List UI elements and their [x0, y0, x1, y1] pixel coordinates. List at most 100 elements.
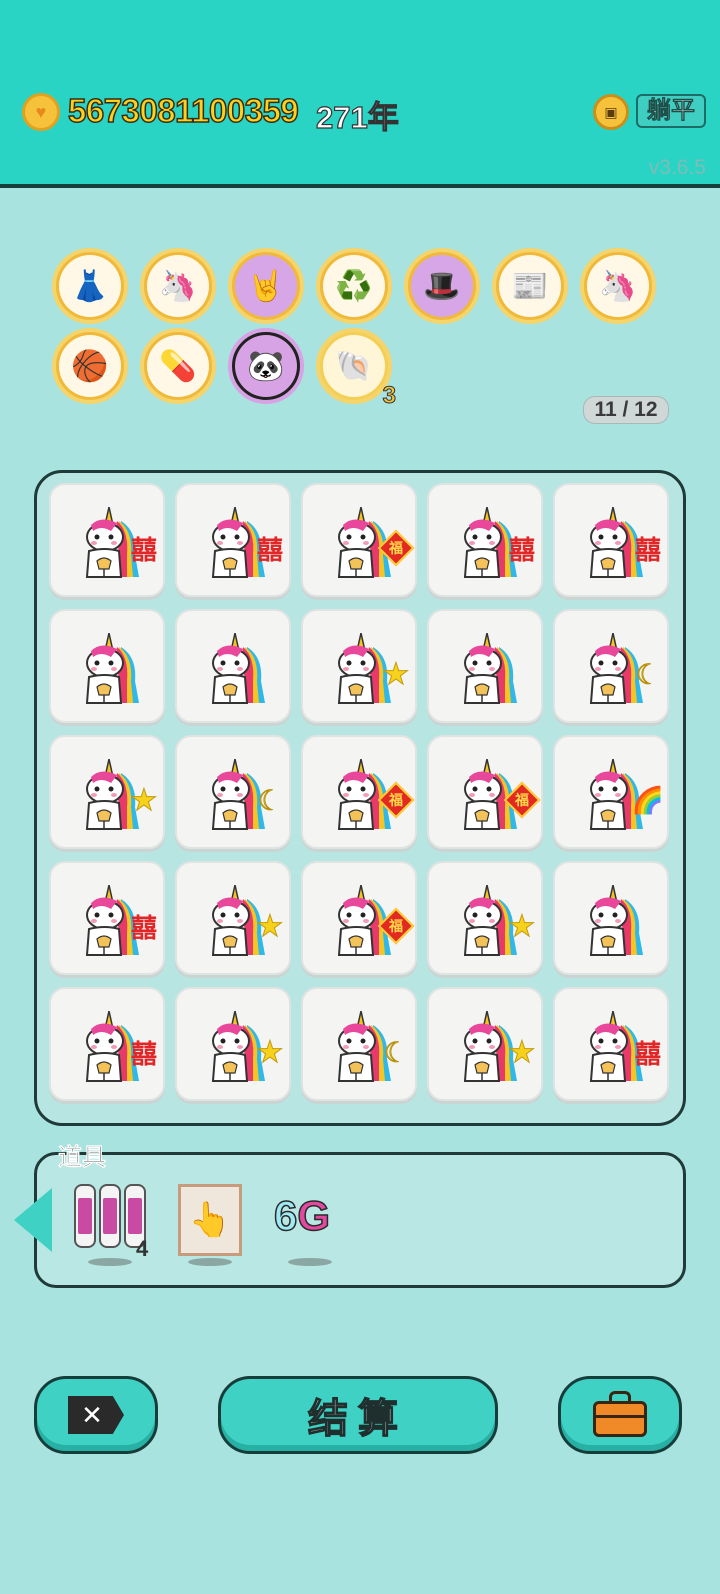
skirt-icon: 👗	[59, 255, 121, 317]
briefcase-icon	[593, 1391, 647, 1437]
shell-badge[interactable]: 🐚 3	[316, 328, 397, 410]
unicorn-icon	[463, 633, 517, 704]
xi-ornament-icon: 囍	[130, 1039, 157, 1070]
panda-badge[interactable]: 🐼	[228, 328, 304, 404]
hand-pointer-item[interactable]: 👆	[178, 1184, 242, 1256]
star-ornament-icon: ★	[256, 1035, 284, 1069]
6g-item[interactable]: 6G	[273, 1191, 331, 1240]
board-cell[interactable]: 囍	[175, 483, 291, 597]
close-icon: ✕	[68, 1396, 124, 1434]
fu-ornament-icon: 福	[377, 781, 415, 819]
star-ornament-icon: ★	[130, 783, 158, 817]
capsule-badge[interactable]: 💊	[140, 328, 216, 404]
xi-ornament-icon: 囍	[634, 1039, 661, 1070]
slot-reel-icon	[74, 1184, 96, 1248]
item-shadow	[288, 1258, 332, 1266]
board-cell[interactable]: ☾	[175, 735, 291, 849]
board-cell[interactable]: ★	[427, 861, 543, 975]
heart-coin-icon: ♥	[22, 93, 60, 131]
board-cell[interactable]: 🌈	[553, 735, 669, 849]
board-cell[interactable]: 囍	[553, 483, 669, 597]
lie-flat-icon[interactable]: ▣	[593, 94, 629, 130]
fu-ornament-icon: 福	[377, 907, 415, 945]
moon-ornament-icon: ☾	[257, 784, 283, 816]
star-ornament-icon: ★	[382, 657, 410, 691]
star-ornament-icon: ★	[256, 909, 284, 943]
close-button[interactable]: ✕	[34, 1376, 158, 1454]
items-tray-title: 道具	[58, 1144, 107, 1172]
unicorn-icon	[211, 633, 265, 704]
board-cell[interactable]: ★	[175, 861, 291, 975]
board-cell[interactable]: 囍	[49, 483, 165, 597]
recycle-icon: ♻️	[323, 255, 385, 317]
top-bar: ♥ 5673081100359 271年 ▣ 躺平 v3.6.5	[0, 0, 720, 188]
board-cell[interactable]: ☾	[301, 987, 417, 1101]
board-cell[interactable]: 囍	[427, 483, 543, 597]
board-cell[interactable]: 福	[301, 483, 417, 597]
slot-reel-icon	[99, 1184, 121, 1248]
panda-icon: 🐼	[235, 335, 297, 397]
board-cell[interactable]: ★	[427, 987, 543, 1101]
board-cell[interactable]: 囍	[49, 987, 165, 1101]
board-cell[interactable]: 福	[301, 735, 417, 849]
board-cell[interactable]: 福	[427, 735, 543, 849]
board-cell[interactable]: 福	[301, 861, 417, 975]
board-cell[interactable]: 囍	[553, 987, 669, 1101]
green-hat-badge[interactable]: 🎩	[404, 248, 480, 324]
rainbow-ornament-icon: 🌈	[631, 784, 665, 815]
board-cell[interactable]	[553, 861, 669, 975]
game-board: 囍 囍 福 囍 囍 ★ ☾ ★ ☾ 福 福 🌈 囍 ★ 福 ★ 囍 ★ ☾ ★ …	[34, 470, 686, 1126]
board-cell[interactable]	[427, 609, 543, 723]
star-ornament-icon: ★	[508, 909, 536, 943]
board-cell[interactable]	[49, 609, 165, 723]
unicorn-icon	[589, 885, 643, 956]
magazine-icon: 📰	[499, 255, 561, 317]
item-shadow	[88, 1258, 132, 1266]
settle-button[interactable]: 结算	[218, 1376, 498, 1454]
fu-ornament-icon: 福	[503, 781, 541, 819]
moon-ornament-icon: ☾	[635, 658, 661, 690]
shell-badge-count: 3	[382, 382, 396, 410]
recycle-badge[interactable]: ♻️	[316, 248, 392, 324]
capsule-icon: 💊	[147, 335, 209, 397]
slot-item-count: 4	[136, 1236, 149, 1261]
unicorn-icon: 🦄	[147, 255, 209, 317]
unicorn-gold-badge[interactable]: 🦄	[580, 248, 656, 324]
rock-hand-icon: 🤘	[235, 255, 297, 317]
unicorn-icon	[85, 633, 139, 704]
board-cell[interactable]: ★	[49, 735, 165, 849]
hand-pointer-icon: 👆	[188, 1201, 232, 1239]
tray-left-arrow-icon[interactable]	[14, 1188, 52, 1252]
xi-ornament-icon: 囍	[634, 535, 661, 566]
basketballs-badge[interactable]: 🏀	[52, 328, 128, 404]
green-hat-icon: 🎩	[411, 255, 473, 317]
moon-ornament-icon: ☾	[383, 1036, 409, 1068]
board-cell[interactable]	[175, 609, 291, 723]
time-magazine-badge[interactable]: 📰	[492, 248, 568, 324]
coin-score: 5673081100359	[67, 91, 299, 130]
unicorn-icon: 🦄	[587, 255, 649, 317]
fu-ornament-icon: 福	[377, 529, 415, 567]
6g-letter: G	[297, 1191, 331, 1240]
unicorn-badge[interactable]: 🦄	[140, 248, 216, 324]
board-cell[interactable]: 囍	[49, 861, 165, 975]
board-cell[interactable]: ★	[301, 609, 417, 723]
xi-ornament-icon: 囍	[130, 913, 157, 944]
settle-label: 结算	[307, 1396, 408, 1442]
skirt-badge[interactable]: 👗	[52, 248, 128, 324]
item-shadow	[188, 1258, 232, 1266]
lie-flat-button[interactable]: 躺平	[636, 94, 706, 128]
xi-ornament-icon: 囍	[130, 535, 157, 566]
briefcase-button[interactable]	[558, 1376, 682, 1454]
star-ornament-icon: ★	[508, 1035, 536, 1069]
xi-ornament-icon: 囍	[256, 535, 283, 566]
version-label: v3.6.5	[648, 156, 706, 179]
basketball-icon: 🏀	[59, 335, 121, 397]
rock-hand-badge[interactable]: 🤘	[228, 248, 304, 324]
years-counter: 271年	[315, 99, 399, 135]
shell-icon: 🐚	[323, 335, 385, 397]
board-cell[interactable]: ☾	[553, 609, 669, 723]
xi-ornament-icon: 囍	[508, 535, 535, 566]
6g-digit: 6	[273, 1191, 298, 1240]
board-cell[interactable]: ★	[175, 987, 291, 1101]
